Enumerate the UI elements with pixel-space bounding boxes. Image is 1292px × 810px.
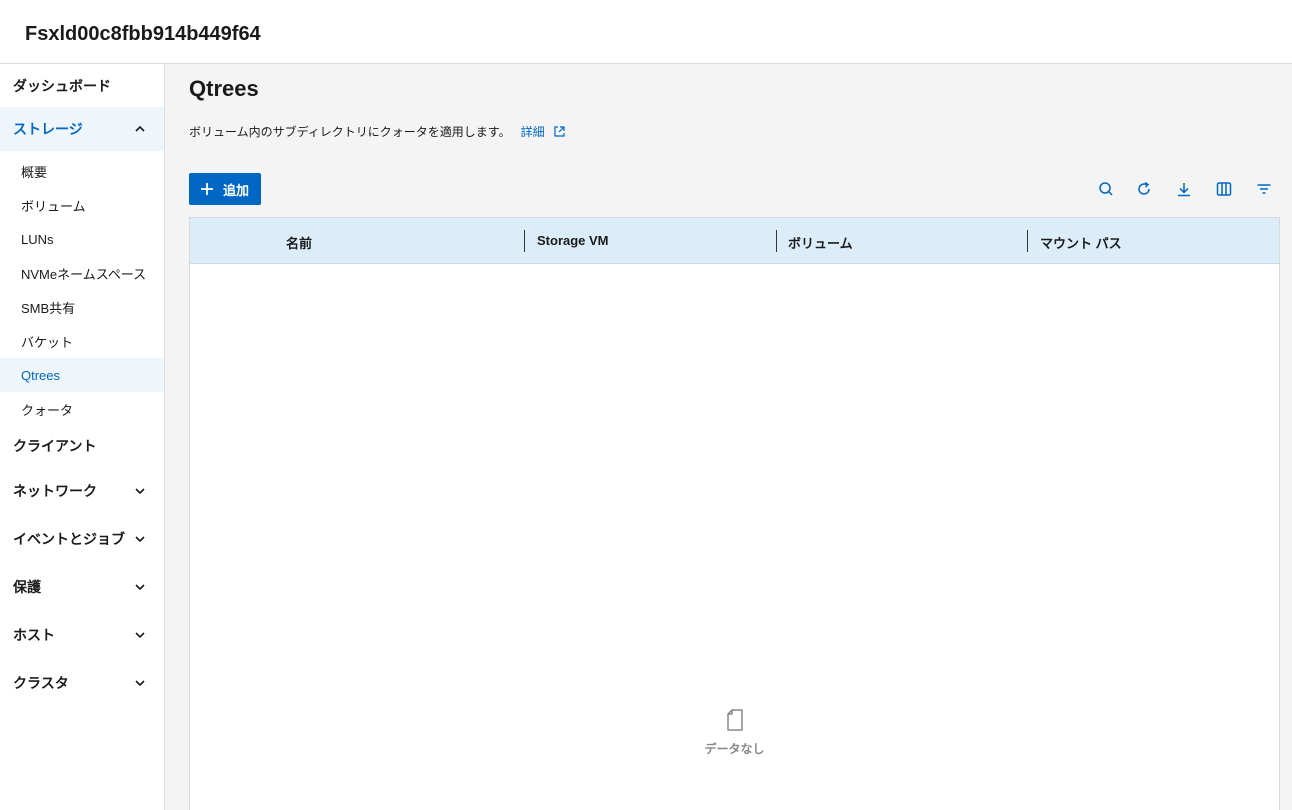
page-description: ボリューム内のサブディレクトリにクォータを適用します。 詳細 xyxy=(189,123,566,140)
nav-cluster-label: クラスタ xyxy=(13,675,69,691)
sidebar-item-smb[interactable]: SMB共有 xyxy=(0,290,164,324)
sidebar-item-qtrees[interactable]: Qtrees xyxy=(0,358,164,392)
page-title: Qtrees xyxy=(189,76,259,101)
table-header: 名前 Storage VM ボリューム マウント パス xyxy=(190,218,1279,264)
nav-dashboard[interactable]: ダッシュボード xyxy=(0,64,164,108)
nav-protection[interactable]: 保護 xyxy=(0,565,164,609)
qtrees-table: 名前 Storage VM ボリューム マウント パス データなし xyxy=(189,217,1280,810)
nav-protection-label: 保護 xyxy=(13,579,41,595)
app-title: Fsxld00c8fbb914b449f64 xyxy=(25,23,261,45)
nav-events-jobs-label: イベントとジョブ xyxy=(13,531,125,547)
sidebar-item-label: NVMeネームスペース xyxy=(21,266,147,282)
sidebar-item-label: バケット xyxy=(21,334,74,350)
sidebar-item-label: 概要 xyxy=(21,164,48,180)
nav-hosts-label: ホスト xyxy=(13,627,55,643)
columns-icon[interactable] xyxy=(1215,180,1233,198)
top-bar: Fsxld00c8fbb914b449f64 xyxy=(0,0,1292,64)
refresh-icon[interactable] xyxy=(1135,180,1153,198)
chevron-down-icon xyxy=(135,488,145,495)
sidebar-item-volumes[interactable]: ボリューム xyxy=(0,188,164,222)
column-header-volume[interactable]: ボリューム xyxy=(788,233,853,252)
column-header-mount-path[interactable]: マウント パス xyxy=(1040,233,1122,252)
filter-icon[interactable] xyxy=(1255,180,1273,198)
search-icon[interactable] xyxy=(1097,180,1115,198)
nav-network-label: ネットワーク xyxy=(13,483,97,499)
sidebar-item-label: SMB共有 xyxy=(21,300,76,316)
chevron-down-icon xyxy=(135,536,145,543)
empty-state: データなし xyxy=(190,708,1279,757)
empty-state-text: データなし xyxy=(704,742,765,756)
sidebar-item-label: LUNs xyxy=(21,231,54,247)
column-header-storage-vm[interactable]: Storage VM xyxy=(537,233,609,248)
download-icon[interactable] xyxy=(1175,180,1193,198)
nav-storage[interactable]: ストレージ xyxy=(0,107,164,151)
add-button[interactable]: 追加 xyxy=(189,173,261,205)
nav-cluster[interactable]: クラスタ xyxy=(0,661,164,705)
sidebar-item-nvme[interactable]: NVMeネームスペース xyxy=(0,256,164,290)
chevron-up-icon xyxy=(135,125,145,132)
description-text: ボリューム内のサブディレクトリにクォータを適用します。 xyxy=(189,125,511,139)
column-header-name[interactable]: 名前 xyxy=(286,233,312,252)
details-link[interactable]: 詳細 xyxy=(521,123,545,140)
sidebar-item-label: ボリューム xyxy=(21,198,86,214)
nav-hosts[interactable]: ホスト xyxy=(0,613,164,657)
nav-clients[interactable]: クライアント xyxy=(0,424,164,468)
column-divider[interactable] xyxy=(524,230,525,252)
column-divider[interactable] xyxy=(1027,230,1028,252)
sidebar-item-luns[interactable]: LUNs xyxy=(0,222,164,256)
sidebar-item-label: Qtrees xyxy=(21,367,61,383)
chevron-down-icon xyxy=(135,632,145,639)
chevron-down-icon xyxy=(135,584,145,591)
nav-events-jobs[interactable]: イベントとジョブ xyxy=(0,517,164,561)
document-icon xyxy=(726,709,743,731)
external-link-icon[interactable] xyxy=(553,125,566,138)
sidebar-item-quotas[interactable]: クォータ xyxy=(0,392,164,426)
sidebar-item-buckets[interactable]: バケット xyxy=(0,324,164,358)
add-button-label: 追加 xyxy=(222,182,249,198)
nav-storage-label: ストレージ xyxy=(13,121,83,137)
sidebar: ダッシュボード ストレージ 概要 ボリューム LUNs NVMeネームスペース … xyxy=(0,64,165,810)
nav-network[interactable]: ネットワーク xyxy=(0,469,164,513)
nav-dashboard-label: ダッシュボード xyxy=(13,78,111,94)
sidebar-item-label: クォータ xyxy=(21,402,74,418)
sidebar-item-overview[interactable]: 概要 xyxy=(0,154,164,188)
nav-clients-label: クライアント xyxy=(13,438,97,454)
column-divider[interactable] xyxy=(776,230,777,252)
chevron-down-icon xyxy=(135,680,145,687)
plus-icon xyxy=(200,183,213,195)
